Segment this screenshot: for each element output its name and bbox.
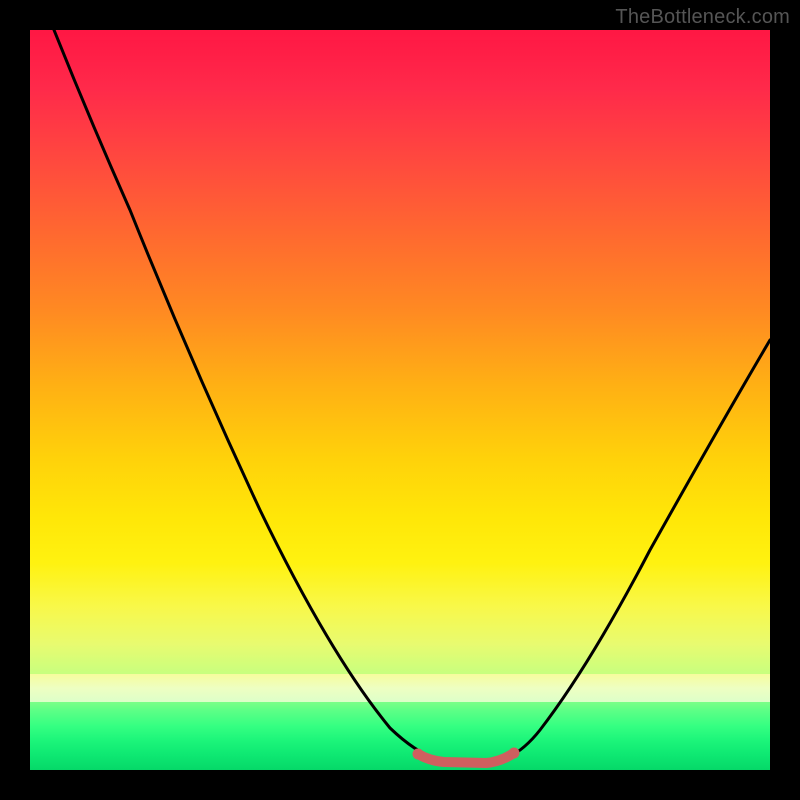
chart-svg-layer [30, 30, 770, 770]
trough-highlight [418, 753, 514, 763]
trough-end-dot-left [413, 749, 424, 760]
trough-end-dot-right [509, 748, 520, 759]
chart-frame [30, 30, 770, 770]
attribution-text: TheBottleneck.com [615, 6, 790, 29]
bottleneck-curve [54, 30, 770, 763]
